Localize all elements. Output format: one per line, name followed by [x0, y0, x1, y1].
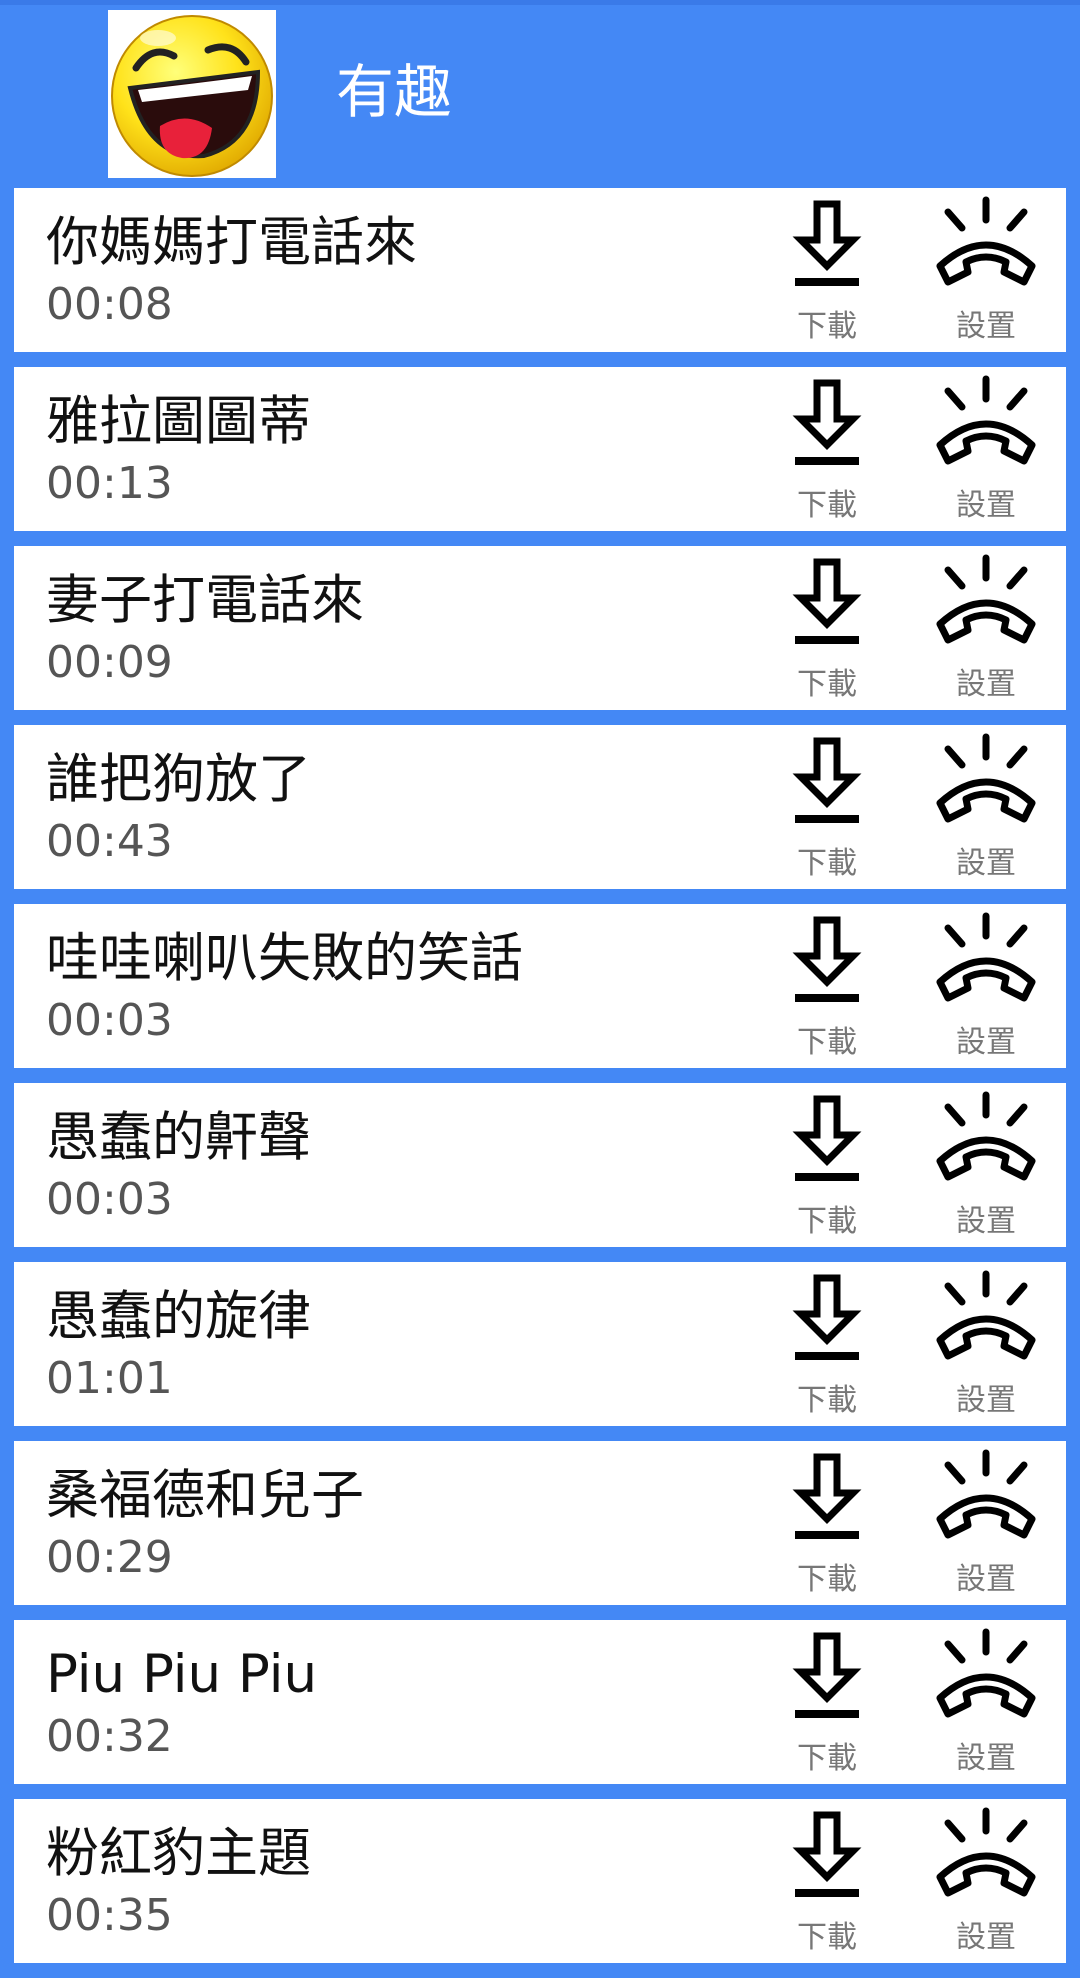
- phone-ringing-icon: [936, 1628, 1036, 1718]
- list-item[interactable]: 桑福德和兒子 00:29 下載 設置: [14, 1441, 1066, 1605]
- ringtone-duration: 00:13: [46, 458, 173, 509]
- download-button[interactable]: 下載: [762, 188, 892, 352]
- download-label: 下載: [797, 1383, 857, 1418]
- set-label: 設置: [956, 667, 1016, 702]
- ringtone-title: 愚蠢的鼾聲: [46, 1107, 311, 1168]
- set-ringtone-button[interactable]: 設置: [921, 1262, 1051, 1426]
- list-item[interactable]: 哇哇喇叭失敗的笑話 00:03 下載 設置: [14, 904, 1066, 1068]
- ringtone-duration: 00:32: [46, 1711, 173, 1762]
- list-item[interactable]: 雅拉圖圖蒂 00:13 下載 設置: [14, 367, 1066, 531]
- page-title: 有趣: [336, 58, 453, 126]
- ringtone-duration: 00:43: [46, 816, 173, 867]
- set-label: 設置: [956, 1383, 1016, 1418]
- download-icon: [792, 558, 862, 644]
- phone-ringing-icon: [936, 733, 1036, 823]
- download-label: 下載: [797, 1562, 857, 1597]
- download-icon: [792, 1453, 862, 1539]
- set-ringtone-button[interactable]: 設置: [921, 1799, 1051, 1963]
- download-button[interactable]: 下載: [762, 1620, 892, 1784]
- download-button[interactable]: 下載: [762, 1262, 892, 1426]
- app-header: 有趣: [0, 0, 1080, 178]
- download-button[interactable]: 下載: [762, 546, 892, 710]
- phone-ringing-icon: [936, 375, 1036, 465]
- download-icon: [792, 737, 862, 823]
- set-ringtone-button[interactable]: 設置: [921, 1441, 1051, 1605]
- ringtone-title: 妻子打電話來: [46, 570, 364, 631]
- download-label: 下載: [797, 1204, 857, 1239]
- set-ringtone-button[interactable]: 設置: [921, 367, 1051, 531]
- set-label: 設置: [956, 1025, 1016, 1060]
- ringtone-duration: 00:08: [46, 279, 173, 330]
- phone-ringing-icon: [936, 1807, 1036, 1897]
- ringtone-title: 粉紅豹主題: [46, 1823, 311, 1884]
- download-label: 下載: [797, 309, 857, 344]
- ringtone-duration: 00:35: [46, 1890, 173, 1941]
- ringtone-duration: 00:03: [46, 995, 173, 1046]
- download-label: 下載: [797, 488, 857, 523]
- set-ringtone-button[interactable]: 設置: [921, 1083, 1051, 1247]
- download-button[interactable]: 下載: [762, 725, 892, 889]
- ringtone-title: 哇哇喇叭失敗的笑話: [46, 928, 523, 989]
- phone-ringing-icon: [936, 912, 1036, 1002]
- download-button[interactable]: 下載: [762, 904, 892, 1068]
- phone-ringing-icon: [936, 196, 1036, 286]
- download-icon: [792, 1811, 862, 1897]
- set-label: 設置: [956, 1204, 1016, 1239]
- list-item[interactable]: 愚蠢的旋律 01:01 下載 設置: [14, 1262, 1066, 1426]
- download-icon: [792, 1095, 862, 1181]
- set-ringtone-button[interactable]: 設置: [921, 725, 1051, 889]
- ringtone-list: 你媽媽打電話來 00:08 下載 設置 雅拉圖圖蒂 00:13 下載 設置 妻子…: [14, 188, 1066, 1978]
- download-icon: [792, 1274, 862, 1360]
- ringtone-title: 愚蠢的旋律: [46, 1286, 311, 1347]
- list-item[interactable]: 誰把狗放了 00:43 下載 設置: [14, 725, 1066, 889]
- download-icon: [792, 916, 862, 1002]
- download-button[interactable]: 下載: [762, 1441, 892, 1605]
- download-label: 下載: [797, 1741, 857, 1776]
- set-label: 設置: [956, 488, 1016, 523]
- set-label: 設置: [956, 846, 1016, 881]
- download-label: 下載: [797, 667, 857, 702]
- phone-ringing-icon: [936, 1091, 1036, 1181]
- ringtone-title: 桑福德和兒子: [46, 1465, 364, 1526]
- list-item[interactable]: Piu Piu Piu 00:32 下載 設置: [14, 1620, 1066, 1784]
- phone-ringing-icon: [936, 1270, 1036, 1360]
- ringtone-duration: 00:29: [46, 1532, 173, 1583]
- download-button[interactable]: 下載: [762, 367, 892, 531]
- list-item[interactable]: 粉紅豹主題 00:35 下載 設置: [14, 1799, 1066, 1963]
- download-label: 下載: [797, 846, 857, 881]
- ringtone-title: 雅拉圖圖蒂: [46, 391, 311, 452]
- phone-ringing-icon: [936, 554, 1036, 644]
- download-icon: [792, 1632, 862, 1718]
- set-label: 設置: [956, 1920, 1016, 1955]
- list-item[interactable]: 你媽媽打電話來 00:08 下載 設置: [14, 188, 1066, 352]
- download-icon: [792, 379, 862, 465]
- download-label: 下載: [797, 1025, 857, 1060]
- set-ringtone-button[interactable]: 設置: [921, 1620, 1051, 1784]
- list-item[interactable]: 愚蠢的鼾聲 00:03 下載 設置: [14, 1083, 1066, 1247]
- ringtone-duration: 00:03: [46, 1174, 173, 1225]
- list-item[interactable]: 妻子打電話來 00:09 下載 設置: [14, 546, 1066, 710]
- ringtone-duration: 00:09: [46, 637, 173, 688]
- download-label: 下載: [797, 1920, 857, 1955]
- ringtone-duration: 01:01: [46, 1353, 173, 1404]
- set-ringtone-button[interactable]: 設置: [921, 904, 1051, 1068]
- download-button[interactable]: 下載: [762, 1083, 892, 1247]
- set-label: 設置: [956, 1741, 1016, 1776]
- download-button[interactable]: 下載: [762, 1799, 892, 1963]
- set-label: 設置: [956, 309, 1016, 344]
- ringtone-title: 你媽媽打電話來: [46, 212, 417, 273]
- laughing-face-icon: [108, 10, 276, 178]
- ringtone-title: Piu Piu Piu: [46, 1644, 318, 1705]
- download-icon: [792, 200, 862, 286]
- set-ringtone-button[interactable]: 設置: [921, 188, 1051, 352]
- phone-ringing-icon: [936, 1449, 1036, 1539]
- set-ringtone-button[interactable]: 設置: [921, 546, 1051, 710]
- set-label: 設置: [956, 1562, 1016, 1597]
- ringtone-title: 誰把狗放了: [46, 749, 311, 810]
